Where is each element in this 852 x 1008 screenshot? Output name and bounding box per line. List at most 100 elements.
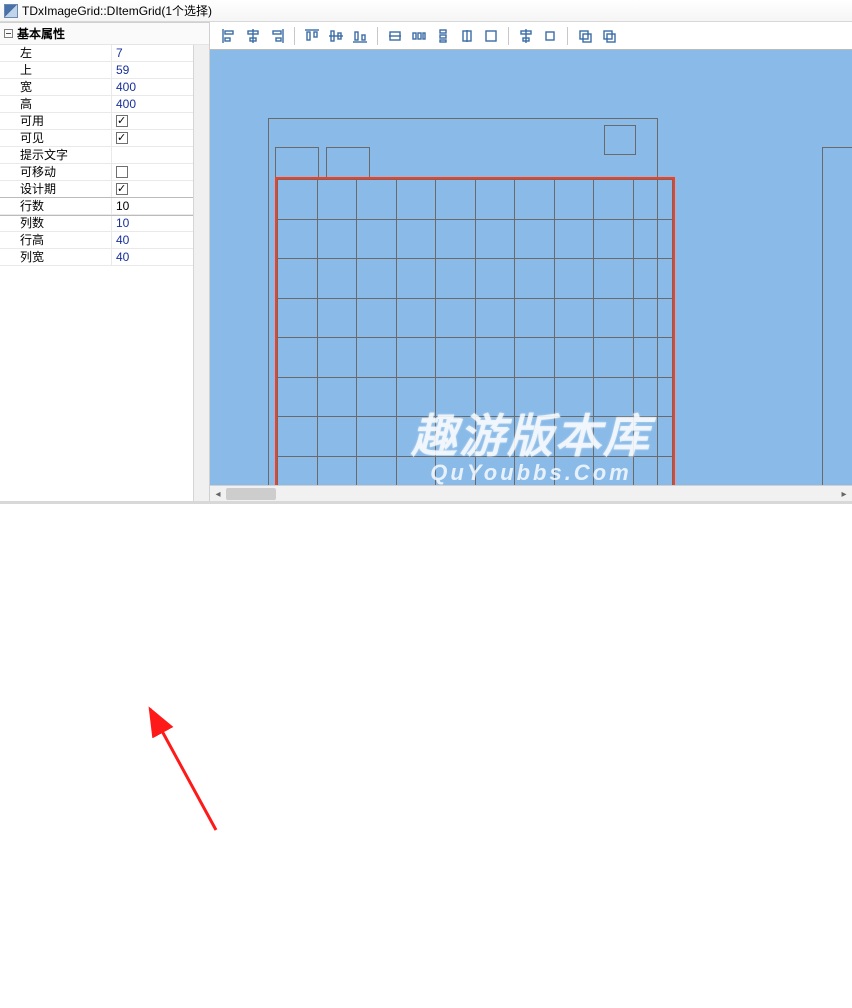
property-value[interactable] (112, 181, 193, 197)
scroll-left-arrow[interactable]: ◂ (210, 486, 226, 502)
grid-cell[interactable] (278, 377, 318, 417)
grid-cell[interactable] (357, 219, 397, 259)
grid-cell[interactable] (436, 259, 476, 299)
grid-cell[interactable] (633, 180, 673, 220)
grid-cell[interactable] (475, 219, 515, 259)
grid-cell[interactable] (317, 338, 357, 378)
grid-cell[interactable] (515, 180, 555, 220)
grid-cell[interactable] (317, 298, 357, 338)
grid-cell[interactable] (594, 180, 634, 220)
grid-cell[interactable] (633, 298, 673, 338)
scroll-right-arrow[interactable]: ▸ (836, 486, 852, 502)
grid-cell[interactable] (633, 377, 673, 417)
grid-cell[interactable] (396, 377, 436, 417)
send-back-icon[interactable] (598, 25, 620, 47)
property-value[interactable]: 10 (112, 215, 193, 231)
property-value[interactable]: 59 (112, 62, 193, 78)
align-middle-v-icon[interactable] (325, 25, 347, 47)
grid-cell[interactable] (357, 338, 397, 378)
property-row[interactable]: 可移动 (0, 164, 193, 181)
grid-cell[interactable] (515, 219, 555, 259)
grid-cell[interactable] (317, 377, 357, 417)
match-width-icon[interactable] (384, 25, 406, 47)
grid-cell[interactable] (515, 377, 555, 417)
section-header[interactable]: 基本属性 (0, 23, 209, 45)
grid-cell[interactable] (396, 219, 436, 259)
checkbox-icon[interactable] (116, 115, 128, 127)
match-height-icon[interactable] (456, 25, 478, 47)
property-row[interactable]: 提示文字 (0, 147, 193, 164)
grid-cell[interactable] (594, 298, 634, 338)
grid-cell[interactable] (396, 180, 436, 220)
grid-cell[interactable] (357, 298, 397, 338)
checkbox-icon[interactable] (116, 166, 128, 178)
horizontal-scrollbar[interactable]: ◂ ▸ (210, 485, 852, 501)
property-value[interactable] (112, 164, 193, 180)
grid-cell[interactable] (357, 417, 397, 457)
property-row[interactable]: 高400 (0, 96, 193, 113)
center-v-icon[interactable] (539, 25, 561, 47)
property-value[interactable] (112, 130, 193, 146)
grid-cell[interactable] (515, 417, 555, 457)
grid-cell[interactable] (554, 219, 594, 259)
property-scrollbar[interactable] (193, 45, 209, 504)
property-row[interactable]: 设计期 (0, 181, 193, 198)
grid-cell[interactable] (436, 180, 476, 220)
grid-cell[interactable] (554, 180, 594, 220)
property-row[interactable]: 上59 (0, 62, 193, 79)
property-value[interactable]: 400 (112, 79, 193, 95)
grid-cell[interactable] (317, 259, 357, 299)
grid-cell[interactable] (515, 259, 555, 299)
checkbox-icon[interactable] (116, 183, 128, 195)
property-value[interactable]: 40 (112, 232, 193, 248)
grid-cell[interactable] (594, 377, 634, 417)
property-row[interactable]: 列宽40 (0, 249, 193, 266)
align-center-h-icon[interactable] (242, 25, 264, 47)
grid-cell[interactable] (357, 259, 397, 299)
grid-cell[interactable] (278, 298, 318, 338)
property-row[interactable]: 宽400 (0, 79, 193, 96)
grid-cell[interactable] (357, 180, 397, 220)
property-value[interactable]: 400 (112, 96, 193, 112)
grid-cell[interactable] (554, 377, 594, 417)
property-row[interactable]: 左7 (0, 45, 193, 62)
grid-cell[interactable] (633, 219, 673, 259)
align-bottom-icon[interactable] (349, 25, 371, 47)
grid-cell[interactable] (278, 180, 318, 220)
grid-cell[interactable] (594, 219, 634, 259)
grid-cell[interactable] (475, 259, 515, 299)
grid-cell[interactable] (436, 298, 476, 338)
grid-cell[interactable] (633, 338, 673, 378)
property-value[interactable]: 10 (112, 198, 193, 214)
grid-cell[interactable] (436, 338, 476, 378)
grid-cell[interactable] (475, 338, 515, 378)
small-box[interactable] (604, 125, 636, 155)
grid-cell[interactable] (278, 259, 318, 299)
match-size-icon[interactable] (480, 25, 502, 47)
item-grid-selected[interactable] (275, 177, 675, 504)
grid-cell[interactable] (396, 298, 436, 338)
grid-cell[interactable] (436, 219, 476, 259)
grid-cell[interactable] (475, 417, 515, 457)
grid-cell[interactable] (396, 338, 436, 378)
grid-cell[interactable] (475, 180, 515, 220)
grid-cell[interactable] (436, 377, 476, 417)
grid-cell[interactable] (554, 417, 594, 457)
grid-cell[interactable] (515, 338, 555, 378)
grid-cell[interactable] (475, 298, 515, 338)
grid-cell[interactable] (633, 259, 673, 299)
grid-cell[interactable] (515, 298, 555, 338)
property-value[interactable] (112, 147, 193, 163)
grid-cell[interactable] (278, 219, 318, 259)
property-value[interactable]: 40 (112, 249, 193, 265)
tab-box-1[interactable] (275, 147, 319, 179)
grid-cell[interactable] (317, 180, 357, 220)
grid-cell[interactable] (278, 417, 318, 457)
grid-cell[interactable] (594, 417, 634, 457)
grid-cell[interactable] (554, 259, 594, 299)
align-right-icon[interactable] (266, 25, 288, 47)
grid-cell[interactable] (278, 338, 318, 378)
grid-cell[interactable] (317, 219, 357, 259)
property-row[interactable]: 行数10 (0, 198, 193, 215)
design-surface[interactable]: 金币 趣游版本库 QuYoubbs.Com (210, 50, 852, 504)
